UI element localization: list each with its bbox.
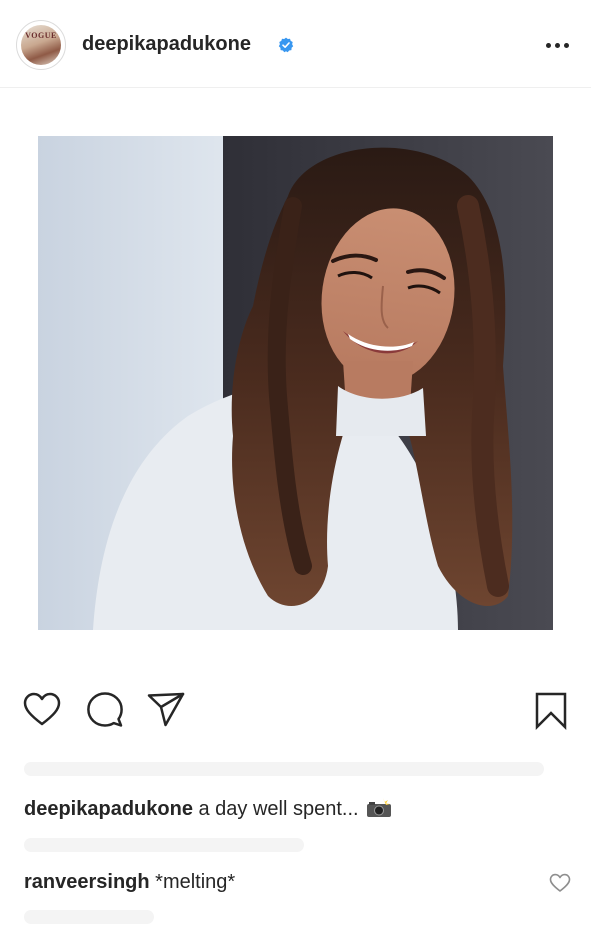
heart-small-icon[interactable] [549,873,571,893]
blurred-text-placeholder [24,762,544,776]
comment-button[interactable] [85,690,125,730]
avatar-image: VOGUE [21,25,61,65]
post-caption: deepikapadukone a day well spent... [24,798,392,821]
profile-avatar[interactable]: VOGUE [16,20,66,70]
blurred-text-placeholder [24,838,304,852]
post-actions-bar [0,690,591,740]
more-options-button[interactable] [541,35,573,55]
caption-text: a day well spent... [198,798,359,820]
more-dot [545,42,551,48]
like-button[interactable] [22,690,62,730]
blurred-text-placeholder [24,910,154,924]
comment-bubble-icon [87,692,123,727]
comment-row: ranveersingh *melting* [24,871,235,894]
share-button[interactable] [146,690,186,730]
avatar-magazine-text: VOGUE [25,31,57,40]
post-photo[interactable] [38,136,553,630]
paper-plane-icon [147,692,185,727]
bookmark-outline-icon [535,692,567,731]
comment-text: *melting* [155,871,236,893]
comment-username[interactable]: ranveersingh [24,871,150,893]
post-photo-illustration [38,136,553,630]
camera-flash-icon [367,798,392,817]
more-dot [563,42,569,48]
post-username[interactable]: deepikapadukone [82,33,251,56]
heart-outline-icon [23,692,61,726]
caption-username[interactable]: deepikapadukone [24,798,193,820]
post-header: VOGUE deepikapadukone [0,0,591,88]
save-button[interactable] [531,690,571,731]
more-dot [554,42,560,48]
verified-badge-icon [278,37,294,53]
